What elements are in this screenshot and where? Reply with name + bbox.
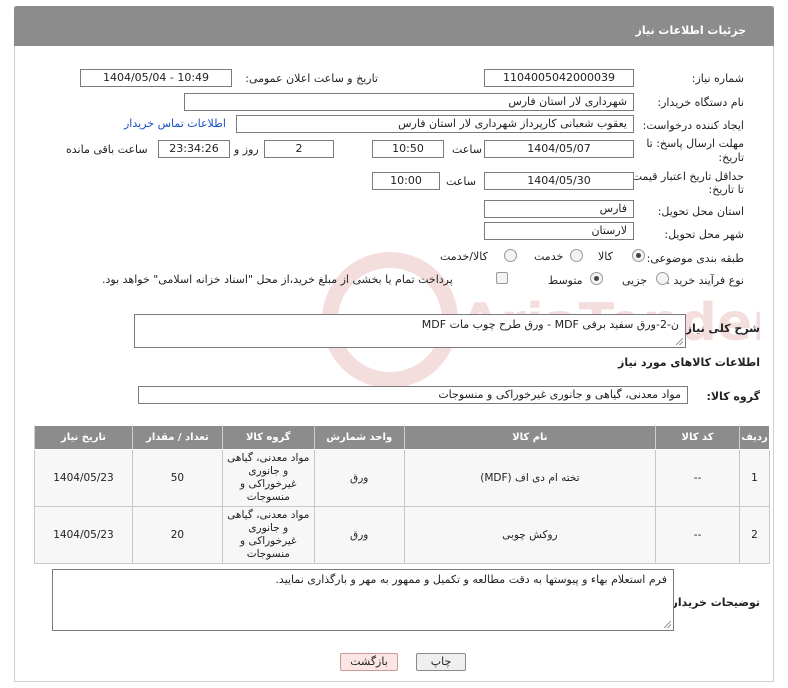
purchase-medium-label: متوسط: [548, 274, 583, 287]
resize-grip-icon[interactable]: [676, 338, 683, 345]
cell-row-number: 2: [739, 506, 770, 564]
cell-goods-code: --: [655, 506, 741, 564]
creator-label: ایجاد کننده درخواست:: [642, 119, 744, 132]
table-row: 2 -- روکش چوبی ورق مواد معدنی، گیاهی و ج…: [34, 506, 770, 564]
print-button[interactable]: چاپ: [416, 653, 466, 671]
description-label: شرح کلی نیاز:: [681, 322, 760, 335]
province-label: استان محل تحویل:: [657, 205, 744, 218]
announce-label: تاریخ و ساعت اعلان عمومی:: [245, 72, 378, 85]
panel-title: جزئیات اطلاعات نیاز: [635, 24, 747, 37]
city-label: شهر محل تحویل:: [664, 228, 744, 241]
cell-goods-name: تخته ام دی اف (MDF): [403, 449, 657, 507]
col-row-number: ردیف: [739, 425, 770, 450]
goods-info-title: اطلاعات کالاهای مورد نیاز: [618, 356, 760, 369]
cell-row-number: 1: [739, 449, 770, 507]
cell-need-date: 1404/05/23: [34, 449, 133, 507]
days-remaining-field[interactable]: 2: [264, 140, 334, 158]
category-radio-goods[interactable]: [632, 249, 645, 262]
resize-grip-icon[interactable]: [664, 621, 671, 628]
category-service-label: خدمت: [534, 250, 564, 263]
remaining-time-field[interactable]: 23:34:26: [158, 140, 230, 158]
buyer-contact-link[interactable]: اطلاعات تماس خریدار: [124, 117, 226, 130]
need-number-field[interactable]: 1104005042000039: [484, 69, 634, 87]
col-goods-code: کد کالا: [655, 425, 741, 450]
purchase-radio-minor[interactable]: [656, 272, 669, 285]
price-validity-label: حداقل تاریخ اعتبار قیمت:: [628, 170, 744, 183]
creator-field[interactable]: یعقوب شعبانی کارپرداز شهرداری لار استان …: [236, 115, 634, 133]
cell-goods-code: --: [655, 449, 741, 507]
province-field[interactable]: فارس: [484, 200, 634, 218]
col-goods-group: گروه کالا: [221, 425, 315, 450]
cell-goods-group: مواد معدنی، گیاهی و جانوری غیرخوراکی و م…: [221, 449, 315, 507]
treasury-payment-note: پرداخت تمام یا بخشی از مبلغ خرید،از محل …: [102, 273, 453, 286]
col-quantity: تعداد / مقدار: [131, 425, 223, 450]
need-number-label: شماره نیاز:: [691, 72, 744, 85]
panel-header: جزئیات اطلاعات نیاز: [14, 6, 774, 46]
category-goods-label: کالا: [598, 250, 613, 263]
table-row: 1 -- تخته ام دی اف (MDF) ورق مواد معدنی،…: [34, 449, 770, 507]
goods-table: ردیف کد کالا نام کالا واحد شمارش گروه کا…: [34, 425, 770, 564]
buyer-notes-text: فرم استعلام بهاء و پیوستها به دقت مطالعه…: [275, 573, 667, 586]
reply-deadline-label: مهلت ارسال پاسخ: تا: [646, 137, 744, 150]
validity-hour-label: ساعت: [446, 175, 476, 188]
table-header-row: ردیف کد کالا نام کالا واحد شمارش گروه کا…: [34, 425, 770, 450]
reply-deadline-label-2: تاریخ:: [718, 151, 744, 164]
category-radio-service[interactable]: [570, 249, 583, 262]
col-need-date: تاریخ نیاز: [34, 425, 133, 450]
goods-group-label: گروه کالا:: [706, 390, 760, 403]
city-field[interactable]: لارستان: [484, 222, 634, 240]
buyer-org-field[interactable]: شهرداری لار استان فارس: [184, 93, 634, 111]
cell-quantity: 20: [131, 506, 223, 564]
cell-goods-group: مواد معدنی، گیاهی و جانوری غیرخوراکی و م…: [221, 506, 315, 564]
treasury-payment-checkbox[interactable]: [496, 272, 508, 284]
goods-group-field[interactable]: مواد معدنی، گیاهی و جانوری غیرخوراکی و م…: [138, 386, 688, 404]
cell-goods-name: روکش چوبی: [403, 506, 657, 564]
reply-time-field[interactable]: 10:50: [372, 140, 444, 158]
reply-hour-label: ساعت: [452, 143, 482, 156]
cell-need-date: 1404/05/23: [34, 506, 133, 564]
announce-datetime-field[interactable]: 1404/05/04 - 10:49: [80, 69, 232, 87]
price-validity-label-2: تا تاریخ:: [708, 183, 744, 196]
buyer-org-label: نام دستگاه خریدار:: [657, 96, 744, 109]
col-unit: واحد شمارش: [313, 425, 405, 450]
category-radio-goods-service[interactable]: [504, 249, 517, 262]
reply-date-field[interactable]: 1404/05/07: [484, 140, 634, 158]
purchase-type-label: نوع فرآیند خرید :: [666, 274, 744, 287]
purchase-radio-medium[interactable]: [590, 272, 603, 285]
back-button[interactable]: بازگشت: [340, 653, 398, 671]
remaining-label: ساعت باقی مانده: [66, 143, 148, 156]
col-goods-name: نام کالا: [403, 425, 657, 450]
buyer-notes-textarea[interactable]: فرم استعلام بهاء و پیوستها به دقت مطالعه…: [52, 569, 674, 631]
cell-quantity: 50: [131, 449, 223, 507]
description-text: ن-2-ورق سفید برفی MDF - ورق طرح چوب مات …: [421, 318, 679, 331]
cell-unit: ورق: [313, 449, 405, 507]
description-textarea[interactable]: ن-2-ورق سفید برفی MDF - ورق طرح چوب مات …: [134, 314, 686, 348]
category-goods-service-label: کالا/خدمت: [440, 250, 488, 263]
buyer-notes-label: توضیحات خریدار:: [667, 596, 760, 609]
validity-date-field[interactable]: 1404/05/30: [484, 172, 634, 190]
cell-unit: ورق: [313, 506, 405, 564]
category-label: طبقه بندی موضوعی:: [646, 252, 744, 265]
validity-time-field[interactable]: 10:00: [372, 172, 440, 190]
days-label: روز و: [234, 143, 259, 156]
purchase-minor-label: جزیی: [622, 274, 648, 287]
